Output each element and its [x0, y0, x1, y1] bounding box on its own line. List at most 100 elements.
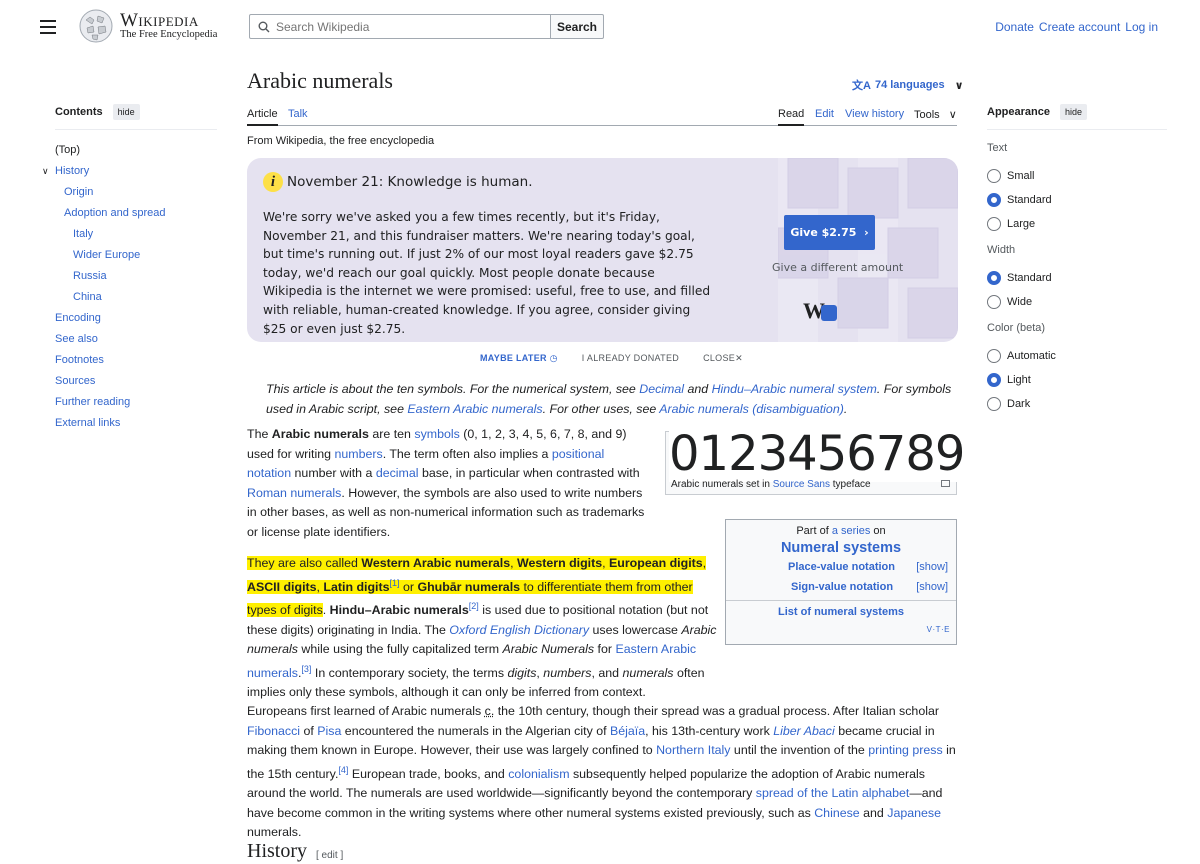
link-hindu-arabic[interactable]: Hindu–Arabic numeral system [712, 382, 877, 396]
link-japanese[interactable]: Japanese [887, 806, 941, 820]
list-of-numeral-systems-link[interactable]: List of numeral systems [726, 600, 956, 618]
link-northern-italy[interactable]: Northern Italy [656, 743, 730, 757]
toc-item-sources[interactable]: Sources [55, 371, 217, 392]
link-disambiguation[interactable]: Arabic numerals (disambiguation) [659, 402, 844, 416]
main-menu-icon[interactable] [40, 20, 56, 34]
chevron-down-icon: ∨ [948, 109, 957, 121]
toc-list: (Top) ∨ History Origin Adoption and sprea… [42, 140, 217, 434]
sign-value-link[interactable]: Sign-value notation [791, 581, 893, 593]
search-box[interactable] [249, 14, 551, 39]
edit-section-link[interactable]: [ edit ] [316, 850, 343, 861]
puzzle-icon [821, 304, 837, 321]
maybe-later-button[interactable]: MAYBE LATER ◷ [480, 353, 558, 364]
toc-item-footnotes[interactable]: Footnotes [55, 350, 217, 371]
close-icon: ✕ [735, 353, 743, 363]
banner-actions: MAYBE LATER ◷ I ALREADY DONATED CLOSE✕ [480, 353, 743, 364]
donate-link[interactable]: Donate [995, 20, 1034, 34]
width-label: Width [987, 244, 1016, 256]
link-circa[interactable]: c. [485, 704, 495, 718]
give-button[interactable]: Give $2.75 › [784, 215, 875, 250]
radio-automatic[interactable]: Automatic [987, 344, 1167, 368]
tab-edit[interactable]: Edit [815, 108, 834, 120]
language-count: 74 languages [874, 79, 945, 91]
link-decimal[interactable]: Decimal [639, 382, 684, 396]
tab-view-history[interactable]: View history [845, 108, 904, 120]
link-eastern-arabic[interactable]: Eastern Arabic numerals [407, 402, 542, 416]
link-symbols[interactable]: symbols [414, 427, 459, 441]
search-input[interactable] [276, 19, 546, 34]
link-decimal-base[interactable]: decimal [376, 466, 419, 480]
toc-item-wider-europe[interactable]: Wider Europe [55, 245, 217, 266]
link-positional-notation[interactable]: positional notation [247, 447, 604, 481]
create-account-link[interactable]: Create account [1039, 20, 1120, 34]
radio-large[interactable]: Large [987, 212, 1167, 236]
radio-dark[interactable]: Dark [987, 392, 1167, 416]
wikipedia-globe-logo[interactable] [78, 8, 114, 44]
table-of-contents: Contents hide (Top) ∨ History Origin Adop… [42, 104, 217, 434]
toc-item-external-links[interactable]: External links [55, 413, 217, 434]
toc-item-origin[interactable]: Origin [55, 182, 217, 203]
link-liber-abaci[interactable]: Liber Abaci [773, 724, 835, 738]
toc-item-adoption[interactable]: Adoption and spread [55, 203, 217, 224]
link-fibonacci[interactable]: Fibonacci [247, 724, 300, 738]
info-icon: i [263, 172, 283, 192]
already-donated-button[interactable]: I ALREADY DONATED [582, 353, 679, 364]
wikipedia-w-logo: W [803, 298, 837, 324]
tab-read[interactable]: Read [778, 108, 805, 126]
appearance-hide-button[interactable]: hide [1059, 104, 1087, 120]
sidebar-title[interactable]: Numeral systems [726, 540, 956, 556]
link-series[interactable]: a series [832, 525, 871, 537]
figure-caption: Arabic numerals set in Source Sans typef… [671, 479, 871, 490]
page-tabs: Article Talk Read Edit View history Tool… [247, 104, 957, 126]
radio-standard-width[interactable]: Standard [987, 266, 1167, 290]
link-roman-numerals[interactable]: Roman numerals [247, 486, 341, 500]
link-latin-alphabet[interactable]: spread of the Latin alphabet [756, 786, 910, 800]
digits-image[interactable]: 0123456789 [669, 426, 965, 482]
tab-tools[interactable]: Tools ∨ [914, 108, 957, 121]
banner-text: We're sorry we've asked you a few times … [263, 210, 711, 336]
give-different-amount-link[interactable]: Give a different amount [772, 261, 903, 274]
close-button[interactable]: CLOSE✕ [703, 353, 743, 364]
log-in-link[interactable]: Log in [1125, 20, 1158, 34]
link-bejaia[interactable]: Béjaïa [610, 724, 645, 738]
toc-item-top[interactable]: (Top) [55, 140, 217, 161]
link-chinese[interactable]: Chinese [814, 806, 859, 820]
show-toggle[interactable]: [show] [916, 561, 948, 573]
link-source-sans[interactable]: Source Sans [773, 479, 830, 490]
tab-article[interactable]: Article [247, 108, 278, 126]
link-pisa[interactable]: Pisa [317, 724, 341, 738]
toc-item-italy[interactable]: Italy [55, 224, 217, 245]
chevron-down-icon[interactable]: ∨ [42, 161, 49, 182]
appearance-panel: Appearance hide Text Small Standard Larg… [987, 104, 1167, 416]
show-toggle[interactable]: [show] [916, 581, 948, 593]
chevron-down-icon: ∨ [954, 79, 964, 92]
toc-item-further-reading[interactable]: Further reading [55, 392, 217, 413]
enlarge-icon[interactable] [941, 480, 950, 487]
toc-item-history[interactable]: ∨ History [42, 161, 217, 182]
toc-hide-button[interactable]: hide [112, 104, 140, 120]
fundraising-banner: i November 21: Knowledge is human. We're… [247, 158, 958, 342]
clock-icon: ◷ [549, 353, 558, 363]
vte-links[interactable]: V·T·E [927, 625, 950, 634]
language-button[interactable]: 文A 74 languages ∨ [852, 77, 964, 93]
link-colonialism[interactable]: colonialism [508, 767, 569, 781]
radio-light[interactable]: Light [987, 368, 1167, 392]
section-heading-history: History [247, 840, 307, 862]
place-value-link[interactable]: Place-value notation [788, 561, 895, 573]
link-numbers[interactable]: numbers [334, 447, 382, 461]
link-printing-press[interactable]: printing press [868, 743, 942, 757]
color-label: Color (beta) [987, 322, 1046, 334]
radio-standard-text[interactable]: Standard [987, 188, 1167, 212]
toc-item-russia[interactable]: Russia [55, 266, 217, 287]
lead-paragraph-1: The Arabic numerals are ten symbols (0, … [247, 427, 645, 539]
toc-item-see-also[interactable]: See also [55, 329, 217, 350]
link-oed[interactable]: Oxford English Dictionary [449, 623, 589, 637]
lead-paragraph-3: Europeans first learned of Arabic numera… [247, 704, 956, 840]
translate-icon: 文A [852, 80, 871, 92]
toc-item-encoding[interactable]: Encoding [55, 308, 217, 329]
tab-talk[interactable]: Talk [288, 108, 308, 120]
radio-small[interactable]: Small [987, 164, 1167, 188]
radio-wide[interactable]: Wide [987, 290, 1167, 314]
search-button[interactable]: Search [550, 14, 604, 39]
toc-item-china[interactable]: China [55, 287, 217, 308]
